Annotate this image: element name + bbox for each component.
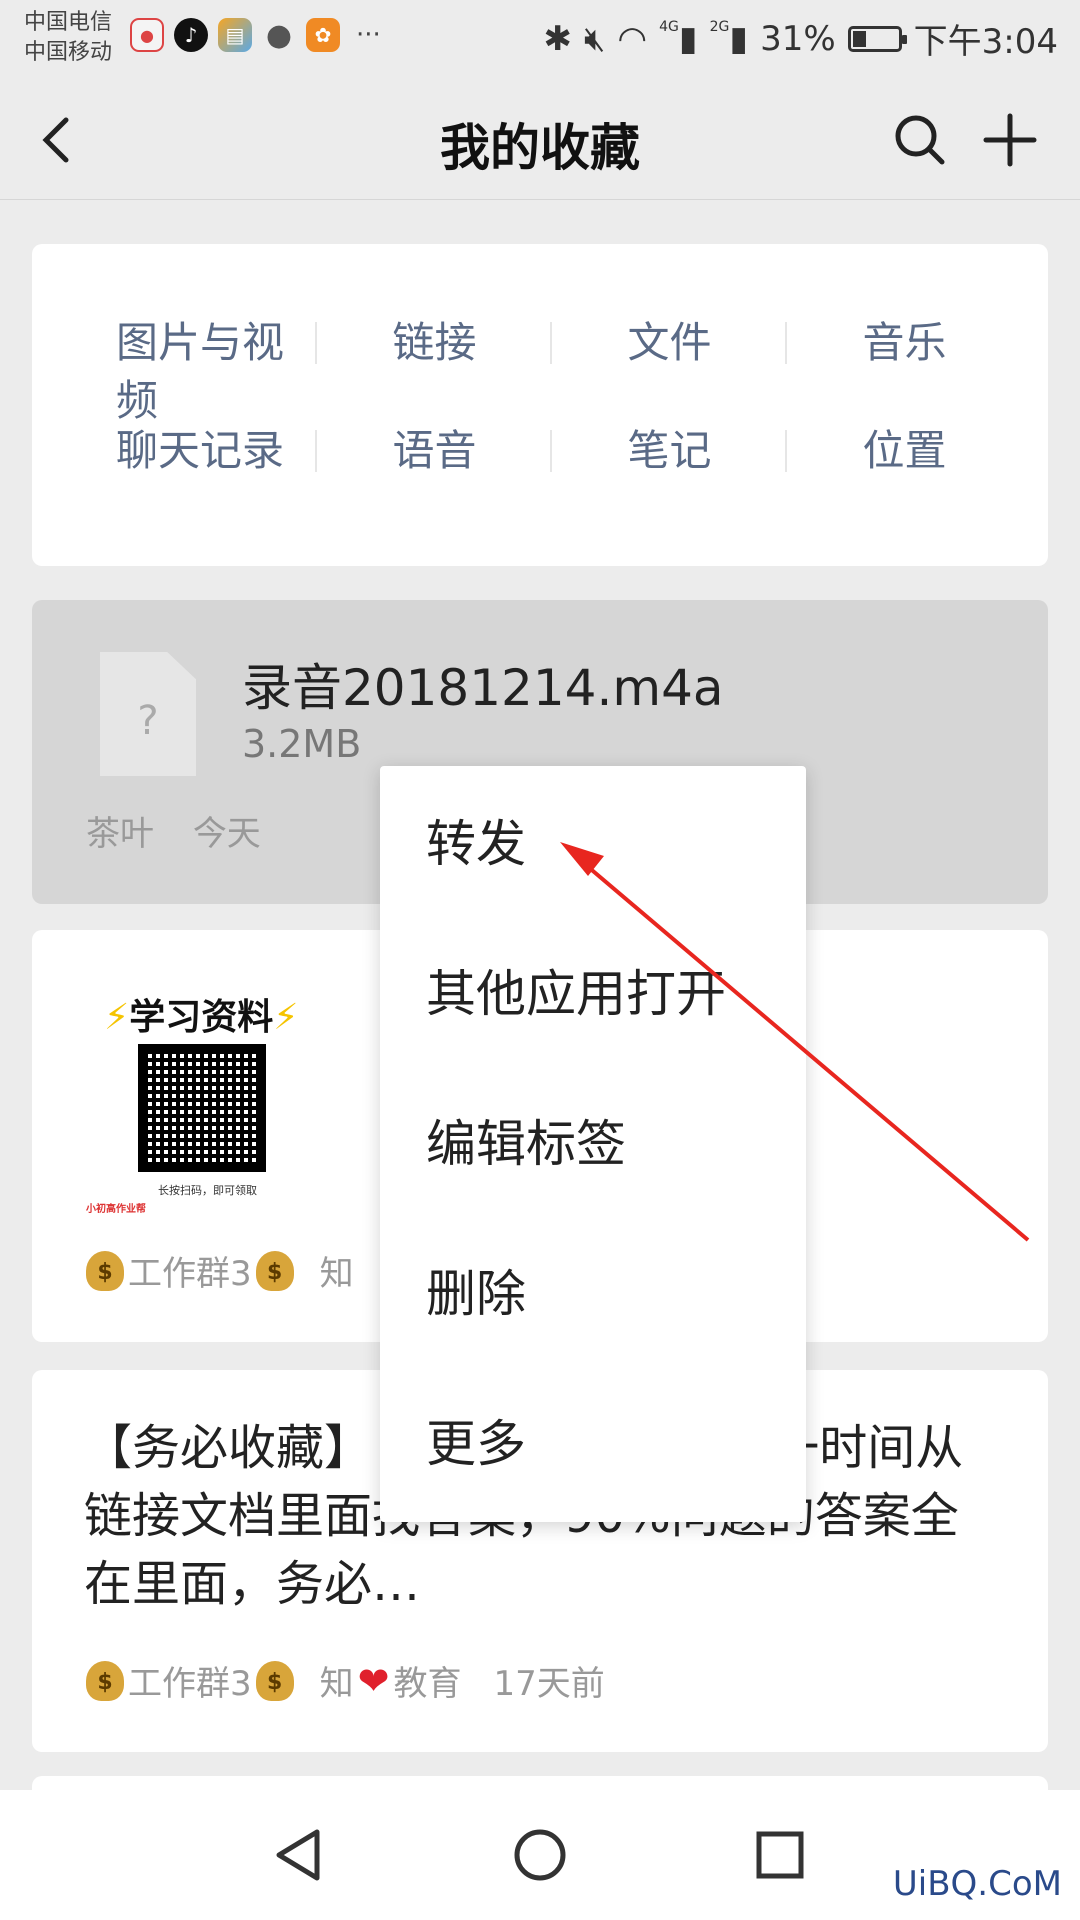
signal-4g-icon: 4G▮ xyxy=(659,18,698,59)
category-chat-history[interactable]: 聊天记录 xyxy=(82,422,317,480)
menu-forward[interactable]: 转发 xyxy=(426,804,526,884)
circle-home-icon xyxy=(514,1829,566,1881)
qr-caption: 长按扫码，即可领取 xyxy=(158,1184,257,1197)
money-bag-icon: $ xyxy=(255,1250,294,1291)
file-size: 3.2MB xyxy=(242,722,362,766)
nav-recent-button[interactable] xyxy=(745,1820,815,1890)
qr-code xyxy=(138,1044,266,1172)
image-source-group: 工作群3 xyxy=(128,1254,252,1294)
chat-bubble-icon: ● xyxy=(265,17,293,53)
text-date: 17天前 xyxy=(493,1664,605,1704)
watermark: UiBQ.CoM xyxy=(892,1864,1062,1904)
money-bag-icon: $ xyxy=(255,1660,294,1701)
image-meta: $ 工作群3 $ 知 xyxy=(86,1246,354,1295)
nav-back-button[interactable] xyxy=(265,1820,335,1890)
money-bag-icon: $ xyxy=(86,1250,124,1291)
carrier-info: 中国电信 中国移动 xyxy=(24,8,112,68)
tiktok-app-icon: ♪ xyxy=(174,18,208,52)
status-indicators: ✱ 🔇︎ ◠ 4G▮ 2G▮ 31% 下午3:04 xyxy=(544,14,1059,63)
qr-brand: 小初高作业帮 xyxy=(86,1204,146,1215)
signal-2g-icon: 2G▮ xyxy=(709,18,749,59)
search-button[interactable] xyxy=(890,110,950,170)
study-material-image: ⚡学习资料⚡ 长按扫码，即可领取 小初高作业帮 xyxy=(86,982,316,1215)
lightning-icon: ⚡ xyxy=(104,997,130,1038)
file-date: 今天 xyxy=(192,814,261,854)
category-card: 图片与视频 链接 文件 音乐 聊天记录 语音 笔记 位置 xyxy=(32,244,1048,566)
menu-edit-tags[interactable]: 编辑标签 xyxy=(426,1104,626,1184)
heart-icon: ❤ xyxy=(357,1658,390,1703)
text-source-group: 工作群3 xyxy=(128,1664,252,1704)
square-recent-icon xyxy=(756,1831,804,1879)
tools-app-icon: ▤ xyxy=(218,18,252,52)
category-music[interactable]: 音乐 xyxy=(787,314,1022,372)
mute-icon: 🔇︎ xyxy=(584,18,606,59)
context-menu: 转发 其他应用打开 编辑标签 删除 更多 xyxy=(380,766,806,1522)
carrier-1: 中国电信 xyxy=(24,10,113,35)
uc-browser-icon: ✿ xyxy=(306,18,340,52)
menu-delete[interactable]: 删除 xyxy=(426,1254,526,1334)
search-icon xyxy=(895,115,945,165)
battery-level xyxy=(852,30,867,47)
system-nav-bar: UiBQ.CoM xyxy=(0,1790,1080,1920)
title-bar: 我的收藏 xyxy=(0,80,1080,200)
money-bag-icon: $ xyxy=(86,1660,124,1701)
category-location[interactable]: 位置 xyxy=(787,422,1022,480)
text-source-suffix: 教育 xyxy=(393,1664,462,1704)
bluetooth-icon: ✱ xyxy=(543,18,573,59)
notification-icons: ● ♪ ▤ ● ✿ ··· xyxy=(130,17,381,53)
file-name: 录音20181214.m4a xyxy=(242,659,724,717)
file-meta: 茶叶 今天 xyxy=(86,806,289,855)
nav-home-button[interactable] xyxy=(505,1820,575,1890)
image-title: ⚡学习资料⚡ xyxy=(104,997,299,1038)
status-bar: 中国电信 中国移动 ● ♪ ▤ ● ✿ ··· ✱ 🔇︎ ◠ 4G▮ 2G▮ 3… xyxy=(0,0,1080,80)
menu-more[interactable]: 更多 xyxy=(426,1404,526,1484)
text-source-mid: 知 xyxy=(319,1664,354,1704)
unknown-file-icon: ? xyxy=(100,652,196,776)
lightning-icon: ⚡ xyxy=(273,997,299,1038)
clock: 下午3:04 xyxy=(913,22,1058,62)
plus-icon xyxy=(983,113,1037,167)
category-voice[interactable]: 语音 xyxy=(317,422,552,480)
carrier-2: 中国移动 xyxy=(24,40,113,65)
image-source-suffix: 知 xyxy=(319,1254,354,1294)
battery-icon xyxy=(847,25,907,52)
file-source: 茶叶 xyxy=(86,814,154,854)
triangle-back-icon xyxy=(276,1829,320,1881)
category-notes[interactable]: 笔记 xyxy=(552,422,787,480)
menu-open-with-other-app[interactable]: 其他应用打开 xyxy=(426,954,726,1034)
battery-percent: 31% xyxy=(760,18,836,59)
category-images-videos[interactable]: 图片与视频 xyxy=(82,314,317,425)
category-links[interactable]: 链接 xyxy=(317,314,552,372)
more-notifications-icon: ··· xyxy=(356,20,381,50)
text-meta: $ 工作群3 $ 知 ❤ 教育 17天前 xyxy=(86,1656,605,1705)
map-app-icon: ● xyxy=(130,18,164,52)
wifi-icon: ◠ xyxy=(617,18,648,59)
category-files[interactable]: 文件 xyxy=(552,314,787,372)
add-button[interactable] xyxy=(980,110,1040,170)
category-grid: 图片与视频 链接 文件 音乐 聊天记录 语音 笔记 位置 xyxy=(82,314,1022,480)
